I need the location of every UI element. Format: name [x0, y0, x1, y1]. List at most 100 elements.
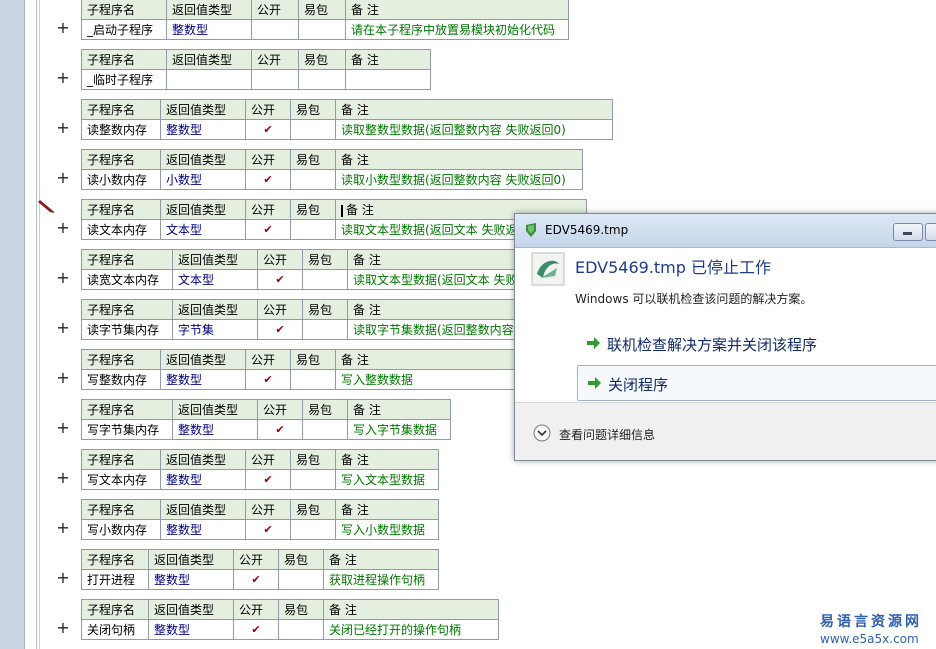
public-flag[interactable]	[251, 19, 299, 40]
public-flag[interactable]: ✔	[245, 169, 291, 190]
easy-package-flag[interactable]	[290, 519, 336, 540]
public-flag[interactable]: ✔	[257, 319, 303, 340]
subroutine-row[interactable]: 写整数内存 整数型 ✔ 写入整数数据	[81, 369, 587, 390]
subroutine-name[interactable]: 写小数内存	[81, 519, 161, 540]
public-flag[interactable]: ✔	[257, 419, 303, 440]
check-online-option[interactable]: 联机检查解决方案并关闭该程序	[577, 326, 936, 360]
subroutine-name[interactable]: 写整数内存	[81, 369, 161, 390]
easy-package-flag[interactable]	[302, 269, 348, 290]
subroutine-name[interactable]: 打开进程	[81, 569, 149, 590]
subroutine-note[interactable]: 请在本子程序中放置易模块初始化代码	[345, 19, 569, 40]
easy-package-flag[interactable]	[290, 469, 336, 490]
easy-package-flag[interactable]	[278, 569, 324, 590]
subroutine-row[interactable]: 读整数内存 整数型 ✔ 读取整数型数据(返回整数内容 失败返回0)	[81, 119, 613, 140]
expand-plus-icon[interactable]: +	[56, 20, 70, 36]
subroutine-note[interactable]: 关闭已经打开的操作句柄	[323, 619, 499, 640]
return-type[interactable]: 整数型	[166, 19, 252, 40]
subroutine-row[interactable]: 写字节集内存 整数型 ✔ 写入字节集数据	[81, 419, 451, 440]
public-flag[interactable]: ✔	[245, 369, 291, 390]
public-flag[interactable]: ✔	[245, 519, 291, 540]
expand-plus-icon[interactable]: +	[56, 320, 70, 336]
header-easypkg-label: 易包	[308, 253, 333, 267]
subroutine-row[interactable]: _临时子程序	[81, 69, 431, 90]
header-name-label: 子程序名	[87, 603, 136, 617]
subroutine-name[interactable]: 读小数内存	[81, 169, 161, 190]
return-type[interactable]	[166, 69, 252, 90]
subroutine-row[interactable]: 读小数内存 小数型 ✔ 读取小数型数据(返回整数内容 失败返回0)	[81, 169, 583, 190]
header-public-label: 公开	[239, 553, 264, 567]
subroutine-note[interactable]: 写入文本型数据	[335, 469, 439, 490]
expand-plus-icon[interactable]: +	[56, 620, 70, 636]
return-type[interactable]: 整数型	[160, 119, 246, 140]
public-flag[interactable]: ✔	[257, 269, 303, 290]
subroutine-name[interactable]: 读宽文本内存	[81, 269, 173, 290]
view-details-link[interactable]: 查看问题详细信息	[559, 426, 655, 443]
subroutine-note[interactable]: 写入小数型数据	[335, 519, 439, 540]
subroutine-name[interactable]: 读文本内存	[81, 219, 161, 240]
header-note-label: 备 注	[353, 403, 381, 417]
expand-plus-icon[interactable]: +	[56, 270, 70, 286]
expand-plus-icon[interactable]: +	[56, 370, 70, 386]
subroutine-header-row: 子程序名 返回值类型 公开 易包 备 注	[81, 49, 431, 70]
subroutine-name[interactable]: 读整数内存	[81, 119, 161, 140]
return-type[interactable]: 小数型	[160, 169, 246, 190]
subroutine-name[interactable]: 写字节集内存	[81, 419, 173, 440]
public-flag[interactable]: ✔	[245, 469, 291, 490]
easy-package-flag[interactable]	[290, 169, 336, 190]
easy-package-flag[interactable]	[290, 219, 336, 240]
return-type[interactable]: 整数型	[160, 519, 246, 540]
subroutine-note[interactable]: 读取小数型数据(返回整数内容 失败返回0)	[335, 169, 583, 190]
subroutine-row[interactable]: 写小数内存 整数型 ✔ 写入小数型数据	[81, 519, 439, 540]
header-name: 子程序名	[81, 249, 173, 270]
subroutine-note[interactable]: 获取进程操作句柄	[323, 569, 439, 590]
subroutine-row[interactable]: 打开进程 整数型 ✔ 获取进程操作句柄	[81, 569, 439, 590]
easy-package-flag[interactable]	[302, 319, 348, 340]
public-flag[interactable]	[251, 69, 299, 90]
public-flag[interactable]: ✔	[233, 569, 279, 590]
subroutine-name[interactable]: _启动子程序	[81, 19, 167, 40]
subroutine-note[interactable]	[345, 69, 431, 90]
public-flag[interactable]: ✔	[245, 119, 291, 140]
expand-plus-icon[interactable]: +	[56, 420, 70, 436]
subroutine-row[interactable]: _启动子程序 整数型 请在本子程序中放置易模块初始化代码	[81, 19, 569, 40]
expand-plus-icon[interactable]: +	[56, 70, 70, 86]
expand-plus-icon[interactable]: +	[56, 170, 70, 186]
return-type[interactable]: 整数型	[172, 419, 258, 440]
subroutine-name[interactable]: _临时子程序	[81, 69, 167, 90]
return-type[interactable]: 文本型	[172, 269, 258, 290]
header-easypkg-label: 易包	[296, 153, 321, 167]
easy-package-flag[interactable]	[298, 69, 346, 90]
expand-plus-icon[interactable]: +	[56, 220, 70, 236]
subroutine-name[interactable]: 读字节集内存	[81, 319, 173, 340]
subroutine-name[interactable]: 写文本内存	[81, 469, 161, 490]
subroutine-note[interactable]: 写入字节集数据	[347, 419, 451, 440]
expand-plus-icon[interactable]: +	[56, 520, 70, 536]
expand-plus-icon[interactable]: +	[56, 120, 70, 136]
easy-package-flag[interactable]	[278, 619, 324, 640]
maximize-button[interactable]	[925, 223, 936, 241]
return-type[interactable]: 字节集	[172, 319, 258, 340]
return-type[interactable]: 文本型	[160, 219, 246, 240]
return-type[interactable]: 整数型	[160, 369, 246, 390]
easy-package-flag[interactable]	[290, 119, 336, 140]
return-type[interactable]: 整数型	[160, 469, 246, 490]
dialog-titlebar[interactable]: EDV5469.tmp	[515, 214, 936, 248]
easy-package-flag[interactable]	[302, 419, 348, 440]
return-type[interactable]: 整数型	[148, 569, 234, 590]
expand-plus-icon[interactable]: +	[56, 470, 70, 486]
return-type[interactable]: 整数型	[148, 619, 234, 640]
expand-plus-icon[interactable]: +	[56, 570, 70, 586]
chevron-down-icon[interactable]	[533, 424, 551, 442]
subroutine-name[interactable]: 关闭句柄	[81, 619, 149, 640]
easy-package-flag[interactable]	[290, 369, 336, 390]
header-public: 公开	[245, 349, 291, 370]
subroutine-row[interactable]: 读文本内存 文本型 ✔ 读取文本型数据(返回文本 失败返回空文	[81, 219, 587, 240]
subroutine-row[interactable]: 关闭句柄 整数型 ✔ 关闭已经打开的操作句柄	[81, 619, 499, 640]
public-flag[interactable]: ✔	[245, 219, 291, 240]
easy-package-flag[interactable]	[298, 19, 346, 40]
close-program-option[interactable]: 关闭程序	[577, 365, 936, 401]
subroutine-note[interactable]: 读取整数型数据(返回整数内容 失败返回0)	[335, 119, 613, 140]
minimize-button[interactable]	[893, 223, 923, 241]
subroutine-row[interactable]: 写文本内存 整数型 ✔ 写入文本型数据	[81, 469, 439, 490]
public-flag[interactable]: ✔	[233, 619, 279, 640]
